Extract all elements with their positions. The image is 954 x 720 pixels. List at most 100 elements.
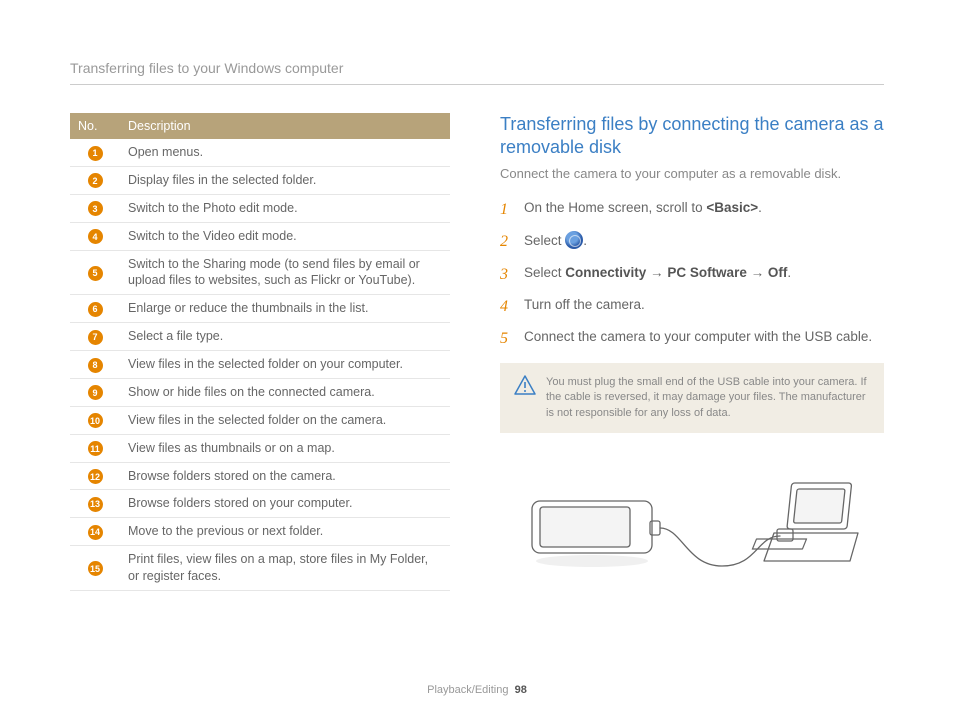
row-number-cell: 13 [70, 490, 120, 518]
row-number-cell: 10 [70, 406, 120, 434]
settings-icon [565, 231, 583, 249]
right-column: Transferring files by connecting the cam… [500, 113, 884, 591]
warning-text: You must plug the small end of the USB c… [546, 375, 870, 421]
table-row: 13 Browse folders stored on your computer… [70, 490, 450, 518]
step-number: 3 [500, 264, 514, 286]
number-badge: 4 [88, 229, 103, 244]
step-text: Connect the camera to your computer with… [524, 328, 872, 347]
row-description-cell: Switch to the Photo edit mode. [120, 194, 450, 222]
row-description-cell: Switch to the Video edit mode. [120, 222, 450, 250]
number-badge: 7 [88, 330, 103, 345]
table-row: 9 Show or hide files on the connected cam… [70, 378, 450, 406]
table-row: 8 View files in the selected folder on yo… [70, 351, 450, 379]
th-description: Description [120, 113, 450, 139]
step-text: On the Home screen, scroll to [524, 200, 706, 215]
number-badge: 8 [88, 358, 103, 373]
steps-list: 1 On the Home screen, scroll to <Basic>.… [500, 199, 884, 351]
table-row: 11 View files as thumbnails or on a map. [70, 434, 450, 462]
number-badge: 9 [88, 385, 103, 400]
page-footer: Playback/Editing 98 [0, 684, 954, 696]
table-row: 10 View files in the selected folder on t… [70, 406, 450, 434]
row-description-cell: Switch to the Sharing mode (to send file… [120, 250, 450, 295]
row-description-cell: View files as thumbnails or on a map. [120, 434, 450, 462]
table-row: 12 Browse folders stored on the camera. [70, 462, 450, 490]
number-badge: 2 [88, 173, 103, 188]
row-description-cell: Print files, view files on a map, store … [120, 546, 450, 591]
step-text: Turn off the camera. [524, 296, 645, 315]
step-4: 4 Turn off the camera. [500, 296, 884, 318]
number-badge: 14 [88, 525, 103, 540]
camera-laptop-illustration [500, 461, 884, 591]
row-number-cell: 6 [70, 295, 120, 323]
table-row: 4 Switch to the Video edit mode. [70, 222, 450, 250]
row-number-cell: 11 [70, 434, 120, 462]
arrow-icon: → [646, 265, 667, 280]
row-number-cell: 4 [70, 222, 120, 250]
number-badge: 6 [88, 302, 103, 317]
number-badge: 5 [88, 266, 103, 281]
row-description-cell: Open menus. [120, 139, 450, 166]
row-description-cell: View files in the selected folder on the… [120, 406, 450, 434]
number-badge: 1 [88, 146, 103, 161]
left-column: No. Description 1 Open menus. 2 Display fil… [70, 113, 450, 591]
table-row: 3 Switch to the Photo edit mode. [70, 194, 450, 222]
warning-box: You must plug the small end of the USB c… [500, 363, 884, 433]
row-description-cell: Select a file type. [120, 323, 450, 351]
footer-section: Playback/Editing [427, 684, 508, 696]
step-number: 1 [500, 199, 514, 221]
table-row: 2 Display files in the selected folder. [70, 166, 450, 194]
number-badge: 12 [88, 469, 103, 484]
step-number: 4 [500, 296, 514, 318]
step-1: 1 On the Home screen, scroll to <Basic>. [500, 199, 884, 221]
row-description-cell: Move to the previous or next folder. [120, 518, 450, 546]
step-bold: <Basic> [706, 200, 758, 215]
row-description-cell: Enlarge or reduce the thumbnails in the … [120, 295, 450, 323]
row-number-cell: 5 [70, 250, 120, 295]
row-description-cell: Browse folders stored on the camera. [120, 462, 450, 490]
row-description-cell: Browse folders stored on your computer. [120, 490, 450, 518]
row-number-cell: 3 [70, 194, 120, 222]
step-number: 5 [500, 328, 514, 350]
row-number-cell: 1 [70, 139, 120, 166]
section-title: Transferring files by connecting the cam… [500, 113, 884, 160]
step-3: 3 Select Connectivity → PC Software → Of… [500, 264, 884, 286]
table-row: 6 Enlarge or reduce the thumbnails in the… [70, 295, 450, 323]
row-number-cell: 15 [70, 546, 120, 591]
row-number-cell: 9 [70, 378, 120, 406]
number-badge: 11 [88, 441, 103, 456]
row-description-cell: View files in the selected folder on you… [120, 351, 450, 379]
row-number-cell: 12 [70, 462, 120, 490]
table-row: 5 Switch to the Sharing mode (to send fil… [70, 250, 450, 295]
arrow-icon: → [747, 265, 768, 280]
section-intro: Connect the camera to your computer as a… [500, 166, 884, 181]
step-text: Select [524, 233, 565, 248]
th-no: No. [70, 113, 120, 139]
row-number-cell: 2 [70, 166, 120, 194]
number-badge: 13 [88, 497, 103, 512]
table-row: 14 Move to the previous or next folder. [70, 518, 450, 546]
page-header: Transferring files to your Windows compu… [70, 60, 884, 85]
step-text: Select [524, 265, 565, 280]
row-number-cell: 14 [70, 518, 120, 546]
number-badge: 10 [88, 413, 103, 428]
step-bold: Connectivity [565, 265, 646, 280]
step-2: 2 Select . [500, 231, 884, 253]
page-number: 98 [515, 684, 527, 696]
number-badge: 15 [88, 561, 103, 576]
row-number-cell: 8 [70, 351, 120, 379]
content-columns: No. Description 1 Open menus. 2 Display fil… [70, 113, 884, 591]
step-bold: PC Software [667, 265, 747, 280]
table-row: 15 Print files, view files on a map, stor… [70, 546, 450, 591]
step-text: . [583, 233, 587, 248]
step-text: . [758, 200, 762, 215]
step-bold: Off [768, 265, 788, 280]
row-number-cell: 7 [70, 323, 120, 351]
row-description-cell: Display files in the selected folder. [120, 166, 450, 194]
row-description-cell: Show or hide files on the connected came… [120, 378, 450, 406]
step-5: 5 Connect the camera to your computer wi… [500, 328, 884, 350]
caution-icon [514, 375, 536, 421]
number-badge: 3 [88, 201, 103, 216]
table-row: 1 Open menus. [70, 139, 450, 166]
step-number: 2 [500, 231, 514, 253]
description-table: No. Description 1 Open menus. 2 Display fil… [70, 113, 450, 591]
